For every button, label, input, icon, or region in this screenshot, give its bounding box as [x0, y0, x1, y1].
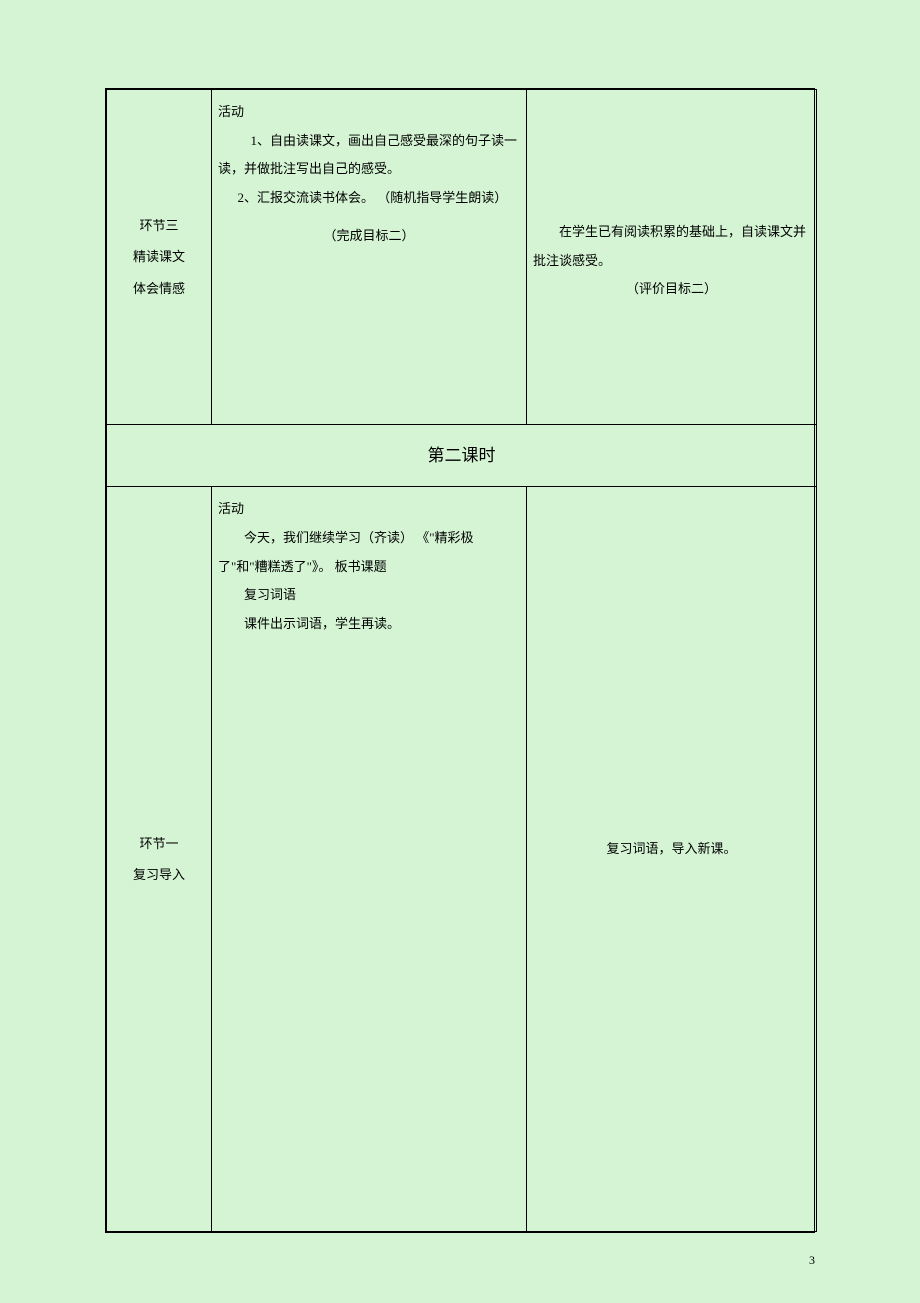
- evaluation-cell: 在学生已有阅读积累的基础上，自读课文并批注谈感受。 （评价目标二）: [527, 90, 817, 425]
- stage-label-cell: 环节一 复习导入: [107, 487, 212, 1232]
- evaluation-text: 复习词语，导入新课。: [533, 835, 810, 864]
- activity-line-1: 今天，我们继续学习（齐读） 《"精彩极了"和"糟糕透了"》。 板书课题: [218, 524, 520, 581]
- section-header-row: 第二课时: [107, 425, 817, 487]
- evaluation-cell: 复习词语，导入新课。: [527, 487, 817, 1232]
- activity-heading: 活动: [218, 98, 520, 127]
- evaluation-text: 在学生已有阅读积累的基础上，自读课文并批注谈感受。: [533, 218, 810, 275]
- page-number: 3: [809, 1253, 815, 1268]
- stage-label-cell: 环节三 精读课文 体会情感: [107, 90, 212, 425]
- stage-title-2: 体会情感: [113, 273, 205, 304]
- activity-line-2: 复习词语: [218, 581, 520, 610]
- activity-item-1: 1、自由读课文，画出自己感受最深的句子读一读，并做批注写出自己的感受。: [218, 127, 520, 184]
- activity-goal: （完成目标二）: [218, 222, 520, 251]
- section-header: 第二课时: [107, 425, 817, 487]
- stage-title-1: 精读课文: [113, 241, 205, 272]
- evaluation-goal: （评价目标二）: [533, 275, 810, 304]
- stage-title: 复习导入: [113, 859, 205, 890]
- activity-cell: 活动 今天，我们继续学习（齐读） 《"精彩极了"和"糟糕透了"》。 板书课题 复…: [212, 487, 527, 1232]
- lesson-plan-table: 环节三 精读课文 体会情感 活动 1、自由读课文，画出自己感受最深的句子读一读，…: [105, 88, 815, 1233]
- activity-line-3: 课件出示词语，学生再读。: [218, 610, 520, 639]
- table-row: 环节一 复习导入 活动 今天，我们继续学习（齐读） 《"精彩极了"和"糟糕透了"…: [107, 487, 817, 1232]
- stage-number: 环节一: [113, 828, 205, 859]
- activity-cell: 活动 1、自由读课文，画出自己感受最深的句子读一读，并做批注写出自己的感受。 2…: [212, 90, 527, 425]
- stage-number: 环节三: [113, 210, 205, 241]
- activity-heading: 活动: [218, 495, 520, 524]
- table-row: 环节三 精读课文 体会情感 活动 1、自由读课文，画出自己感受最深的句子读一读，…: [107, 90, 817, 425]
- activity-item-2: 2、汇报交流读书体会。 （随机指导学生朗读）: [218, 184, 520, 213]
